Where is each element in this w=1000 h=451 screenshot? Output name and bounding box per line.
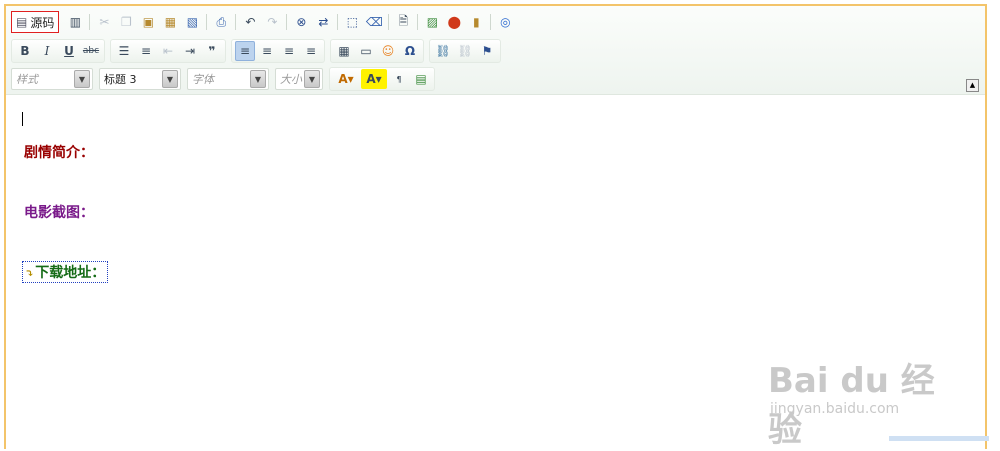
- unlink-icon[interactable]: ⛓: [455, 41, 475, 61]
- form-icon[interactable]: ▤: [411, 69, 431, 89]
- table-icon[interactable]: ▦: [334, 41, 354, 61]
- text-caret: [22, 112, 23, 126]
- format-select[interactable]: 标题 3 ▼: [99, 68, 181, 90]
- link-group: ⛓ ⛓ ⚑: [429, 39, 501, 63]
- eraser-icon[interactable]: ⌫: [364, 12, 384, 32]
- separator: [388, 14, 390, 30]
- align-group: ≡ ≡ ≡ ≡: [231, 39, 325, 63]
- list-group: ☰ ≡ ⇤ ⇥ ❞: [110, 39, 226, 63]
- scissors-icon[interactable]: ✂: [94, 12, 114, 32]
- separator: [337, 14, 339, 30]
- size-select-value: 大小: [280, 73, 302, 86]
- target-icon[interactable]: ◎: [495, 12, 515, 32]
- background-color-icon[interactable]: A▾: [361, 69, 387, 89]
- source-button-label: 源码: [30, 15, 55, 30]
- redo-icon[interactable]: ↷: [262, 12, 282, 32]
- toolbar-row-3: 样式 ▼ 标题 3 ▼ 字体 ▼ 大小 ▼ A▾ A▾ ¶ ▤: [11, 67, 440, 91]
- heading-download: ⤵下载地址：: [22, 261, 109, 283]
- numbered-list-icon[interactable]: ☰: [114, 41, 134, 61]
- font-select-value: 字体: [192, 73, 214, 86]
- paste-icon[interactable]: ▣: [138, 12, 158, 32]
- download-icon: ⤵: [25, 267, 35, 280]
- paste-word-icon[interactable]: ▧: [182, 12, 202, 32]
- binoculars-icon[interactable]: ⊗: [291, 12, 311, 32]
- separator: [417, 14, 419, 30]
- select-all-icon[interactable]: ⬚: [342, 12, 362, 32]
- bulleted-list-icon[interactable]: ≡: [136, 41, 156, 61]
- bold-button[interactable]: B: [15, 41, 35, 61]
- watermark-url: jingyan.baidu.com: [770, 401, 900, 417]
- document-icon: ▤: [16, 15, 28, 29]
- color-group: A▾ A▾ ¶ ▤: [329, 67, 435, 91]
- collapse-toolbar-button[interactable]: ▲: [966, 79, 979, 92]
- page-break-icon[interactable]: ¶: [389, 69, 409, 89]
- align-right-icon[interactable]: ≡: [279, 41, 299, 61]
- baidu-watermark: Bai du 经验 jingyan.baidu.com: [762, 335, 962, 450]
- toolbar-row-1: ▤ 源码 ▥ ✂ ❐ ▣ ▦ ▧ ⎙ ↶ ↷ ⊗ ⇄ ⬚ ⌫ 🗎 ▨ ⬤ ▮ ◎: [11, 10, 516, 34]
- horizontal-rule-icon[interactable]: ▭: [356, 41, 376, 61]
- source-button[interactable]: ▤ 源码: [11, 11, 60, 33]
- special-char-icon[interactable]: Ω: [400, 41, 420, 61]
- style-select[interactable]: 样式 ▼: [11, 68, 93, 90]
- separator: [89, 14, 91, 30]
- separator: [490, 14, 492, 30]
- strikethrough-button[interactable]: abc: [81, 41, 101, 61]
- editor-toolbar: ▤ 源码 ▥ ✂ ❐ ▣ ▦ ▧ ⎙ ↶ ↷ ⊗ ⇄ ⬚ ⌫ 🗎 ▨ ⬤ ▮ ◎…: [6, 6, 985, 95]
- print-icon[interactable]: ⎙: [211, 12, 231, 32]
- chevron-down-icon[interactable]: ▼: [304, 70, 320, 88]
- font-select[interactable]: 字体 ▼: [187, 68, 269, 90]
- paste-text-icon[interactable]: ▦: [160, 12, 180, 32]
- preview-icon[interactable]: 🗎: [393, 12, 413, 32]
- undo-icon[interactable]: ↶: [240, 12, 260, 32]
- outdent-icon[interactable]: ⇤: [158, 41, 178, 61]
- basic-style-group: B I U abc: [11, 39, 105, 63]
- align-center-icon[interactable]: ≡: [257, 41, 277, 61]
- media-icon[interactable]: ▮: [466, 12, 486, 32]
- chevron-down-icon[interactable]: ▼: [250, 70, 266, 88]
- chevron-down-icon[interactable]: ▼: [162, 70, 178, 88]
- insert-group: ▦ ▭ ☺ Ω: [330, 39, 424, 63]
- flag-icon[interactable]: ⚑: [477, 41, 497, 61]
- justify-icon[interactable]: ≡: [301, 41, 321, 61]
- blockquote-icon[interactable]: ❞: [202, 41, 222, 61]
- separator: [235, 14, 237, 30]
- template-icon[interactable]: ▥: [65, 12, 85, 32]
- text-color-icon[interactable]: A▾: [333, 69, 359, 89]
- heading-download-text: 下载地址：: [35, 265, 106, 281]
- underline-button[interactable]: U: [59, 41, 79, 61]
- style-select-value: 样式: [16, 73, 38, 86]
- align-left-icon[interactable]: ≡: [235, 41, 255, 61]
- indent-icon[interactable]: ⇥: [180, 41, 200, 61]
- separator: [286, 14, 288, 30]
- image-icon[interactable]: ▨: [422, 12, 442, 32]
- flash-icon[interactable]: ⬤: [444, 12, 464, 32]
- heading-plot-summary: 剧情简介：: [24, 145, 94, 161]
- size-select[interactable]: 大小 ▼: [275, 68, 323, 90]
- italic-button[interactable]: I: [37, 41, 57, 61]
- chevron-down-icon[interactable]: ▼: [74, 70, 90, 88]
- heading-screenshots: 电影截图：: [24, 205, 94, 221]
- toolbar-row-2: B I U abc ☰ ≡ ⇤ ⇥ ❞ ≡ ≡ ≡ ≡ ▦ ▭ ☺ Ω ⛓ ⛓ …: [11, 39, 506, 63]
- smiley-icon[interactable]: ☺: [378, 41, 398, 61]
- link-icon[interactable]: ⛓: [433, 41, 453, 61]
- format-select-value: 标题 3: [104, 73, 137, 86]
- separator: [206, 14, 208, 30]
- replace-icon[interactable]: ⇄: [313, 12, 333, 32]
- bottom-strip: [889, 436, 989, 441]
- copy-icon[interactable]: ❐: [116, 12, 136, 32]
